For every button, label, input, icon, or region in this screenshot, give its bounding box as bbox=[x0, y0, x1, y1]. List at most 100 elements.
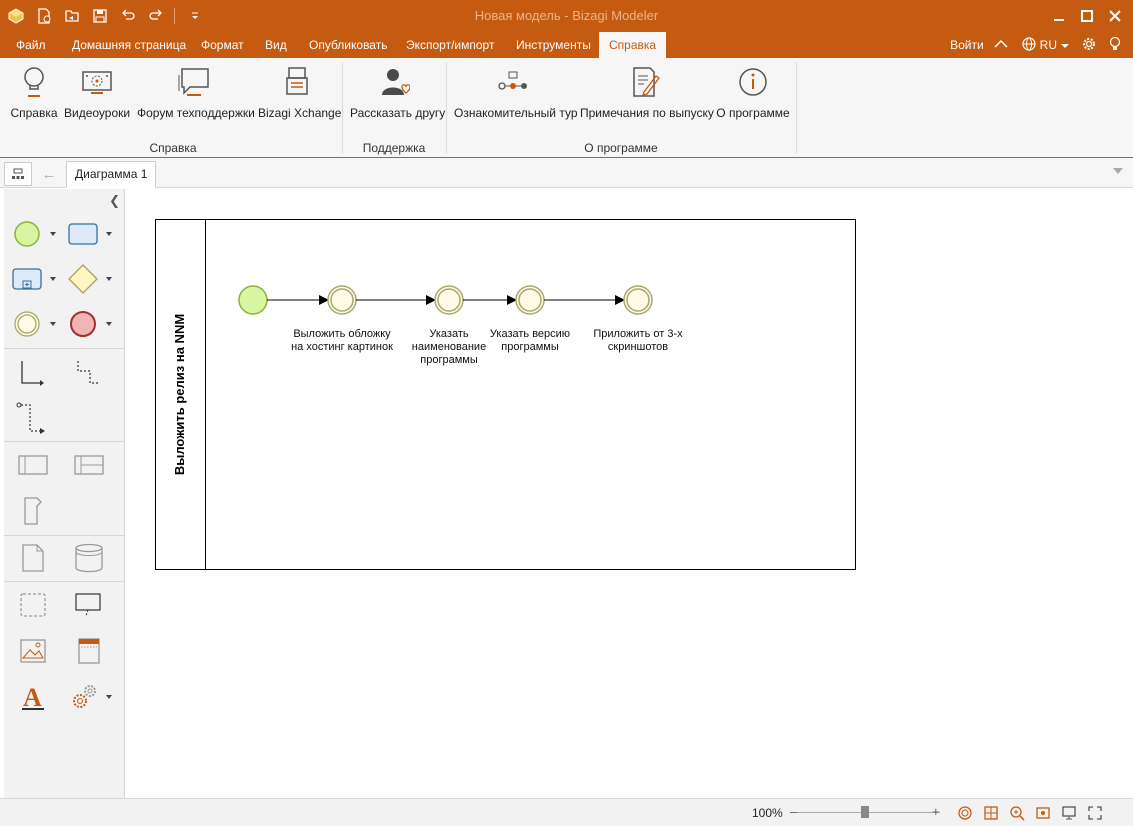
globe-icon[interactable] bbox=[1022, 36, 1036, 54]
zoom-slider[interactable]: – + bbox=[790, 804, 940, 819]
video-icon bbox=[64, 64, 130, 100]
menu-home[interactable]: Домашняя страница bbox=[72, 32, 186, 58]
annotation-tool-icon[interactable] bbox=[72, 588, 106, 622]
maximize-icon[interactable] bbox=[1073, 4, 1101, 28]
event-label: Указать наименование программы bbox=[411, 328, 487, 366]
palette-separator bbox=[4, 348, 124, 349]
pool-tool-icon[interactable] bbox=[16, 448, 50, 482]
menu-publish[interactable]: Опубликовать bbox=[309, 32, 387, 58]
menu-file[interactable]: Файл bbox=[16, 32, 46, 58]
xchange-icon bbox=[258, 64, 336, 100]
data-object-tool-icon[interactable] bbox=[16, 541, 50, 575]
info-icon bbox=[716, 64, 790, 100]
menu-export-import[interactable]: Экспорт/импорт bbox=[406, 32, 494, 58]
event-label: Выложить обложку на хостинг картинок bbox=[291, 328, 393, 353]
zoom-in-plus-icon[interactable]: + bbox=[932, 804, 940, 819]
about-button[interactable]: О программе bbox=[716, 64, 790, 120]
milestone-tool-icon[interactable] bbox=[16, 494, 50, 528]
collapse-ribbon-icon[interactable] bbox=[994, 38, 1008, 52]
custom-shapes-gear-icon[interactable] bbox=[68, 680, 102, 714]
tab-diagram-1[interactable]: Диаграмма 1 bbox=[66, 161, 157, 188]
release-notes-icon bbox=[580, 64, 710, 100]
diagram-canvas[interactable]: Выложить релиз на NNM Выложить обложку н… bbox=[125, 189, 1133, 798]
menu-format[interactable]: Формат bbox=[201, 32, 244, 58]
video-tutorials-button[interactable]: Видеоуроки bbox=[64, 64, 130, 120]
login-link[interactable]: Войти bbox=[950, 38, 984, 52]
event-label: Приложить от 3-х скриншотов bbox=[593, 328, 683, 353]
presentation-icon[interactable] bbox=[1056, 802, 1082, 824]
intro-tour-button[interactable]: Ознакомительный тур bbox=[454, 64, 578, 120]
title-bar: Новая модель - Bizagi Modeler bbox=[0, 0, 1133, 32]
tab-list-dropdown-icon[interactable] bbox=[1113, 168, 1123, 174]
intermediate-event-tool-icon[interactable] bbox=[10, 307, 44, 341]
release-notes-button[interactable]: Примечания по выпуску bbox=[580, 64, 714, 120]
gateway-tool-icon[interactable] bbox=[66, 262, 100, 296]
settings-gear-icon[interactable] bbox=[1081, 36, 1097, 55]
pool[interactable] bbox=[155, 219, 856, 570]
tell-friend-label: Рассказать другу bbox=[350, 106, 446, 120]
subprocess-tool-icon[interactable] bbox=[10, 262, 44, 296]
fullscreen-icon[interactable] bbox=[1082, 802, 1108, 824]
message-flow-tool-icon[interactable] bbox=[72, 357, 106, 391]
palette-separator bbox=[4, 581, 124, 582]
view-tools bbox=[952, 802, 1108, 824]
document-tab-strip: ← Диаграмма 1 bbox=[0, 158, 1133, 188]
idea-bulb-icon[interactable] bbox=[1109, 36, 1121, 55]
grid-view-icon[interactable] bbox=[978, 802, 1004, 824]
gateway-dropdown-icon[interactable] bbox=[106, 277, 112, 281]
zoom-in-icon[interactable] bbox=[1004, 802, 1030, 824]
support-forum-button[interactable]: Форум техподдержки bbox=[137, 64, 255, 120]
collapse-palette-icon[interactable]: ❮ bbox=[109, 193, 120, 209]
help-button[interactable]: Справка bbox=[10, 64, 58, 120]
video-tutorials-label: Видеоуроки bbox=[64, 106, 131, 120]
menu-tools[interactable]: Инструменты bbox=[516, 32, 591, 58]
ribbon-separator bbox=[796, 62, 797, 154]
end-event-dropdown-icon[interactable] bbox=[106, 322, 112, 326]
chevron-down-icon[interactable] bbox=[1061, 38, 1069, 52]
intro-tour-label: Ознакомительный тур bbox=[454, 106, 578, 120]
task-tool-icon[interactable] bbox=[66, 217, 100, 251]
sequence-flow-tool-icon[interactable] bbox=[16, 357, 50, 391]
intermediate-event-dropdown-icon[interactable] bbox=[50, 322, 56, 326]
intermediate-event[interactable] bbox=[327, 285, 357, 315]
association-tool-icon[interactable] bbox=[16, 401, 50, 435]
end-event-tool-icon[interactable] bbox=[66, 307, 100, 341]
zoom-slider-thumb[interactable] bbox=[861, 806, 869, 818]
header-tool-icon[interactable] bbox=[72, 634, 106, 668]
intermediate-event[interactable] bbox=[515, 285, 545, 315]
menu-view[interactable]: Вид bbox=[265, 32, 287, 58]
start-event-tool-icon[interactable] bbox=[10, 217, 44, 251]
lane-tool-icon[interactable] bbox=[72, 448, 106, 482]
ribbon-group-about: О программе bbox=[584, 141, 658, 155]
close-icon[interactable] bbox=[1101, 4, 1129, 28]
fit-view-icon[interactable] bbox=[952, 802, 978, 824]
language-selector[interactable]: RU bbox=[1040, 38, 1057, 52]
shape-palette: ❮ A bbox=[4, 189, 125, 798]
window-controls bbox=[1045, 4, 1129, 28]
menu-help[interactable]: Справка bbox=[599, 32, 667, 58]
bizagi-xchange-label: Bizagi Xchange bbox=[258, 106, 342, 120]
menu-bar: Файл Домашняя страница Формат Вид Опубли… bbox=[0, 32, 1133, 58]
task-dropdown-icon[interactable] bbox=[106, 232, 112, 236]
intermediate-event[interactable] bbox=[623, 285, 653, 315]
image-tool-icon[interactable] bbox=[16, 634, 50, 668]
menu-right-group: Войти RU bbox=[940, 32, 1121, 58]
intermediate-event[interactable] bbox=[434, 285, 464, 315]
bizagi-xchange-button[interactable]: Bizagi Xchange bbox=[258, 64, 341, 120]
release-notes-label: Примечания по выпуску bbox=[580, 106, 714, 120]
status-bar: 100% – + bbox=[0, 798, 1133, 826]
event-label: Указать версию программы bbox=[489, 328, 571, 353]
minimize-icon[interactable] bbox=[1045, 4, 1073, 28]
diagram-overview-icon[interactable] bbox=[4, 162, 32, 186]
start-event-dropdown-icon[interactable] bbox=[50, 232, 56, 236]
tell-friend-button[interactable]: Рассказать другу bbox=[350, 64, 445, 120]
picture-icon[interactable] bbox=[1030, 802, 1056, 824]
data-store-tool-icon[interactable] bbox=[72, 541, 106, 575]
zoom-out-icon[interactable]: – bbox=[790, 804, 797, 819]
group-tool-icon[interactable] bbox=[16, 588, 50, 622]
custom-shapes-dropdown-icon[interactable] bbox=[106, 695, 112, 699]
subprocess-dropdown-icon[interactable] bbox=[50, 277, 56, 281]
back-arrow-icon[interactable]: ← bbox=[36, 162, 62, 186]
text-tool-icon[interactable]: A bbox=[16, 680, 50, 714]
start-event[interactable] bbox=[238, 285, 268, 315]
